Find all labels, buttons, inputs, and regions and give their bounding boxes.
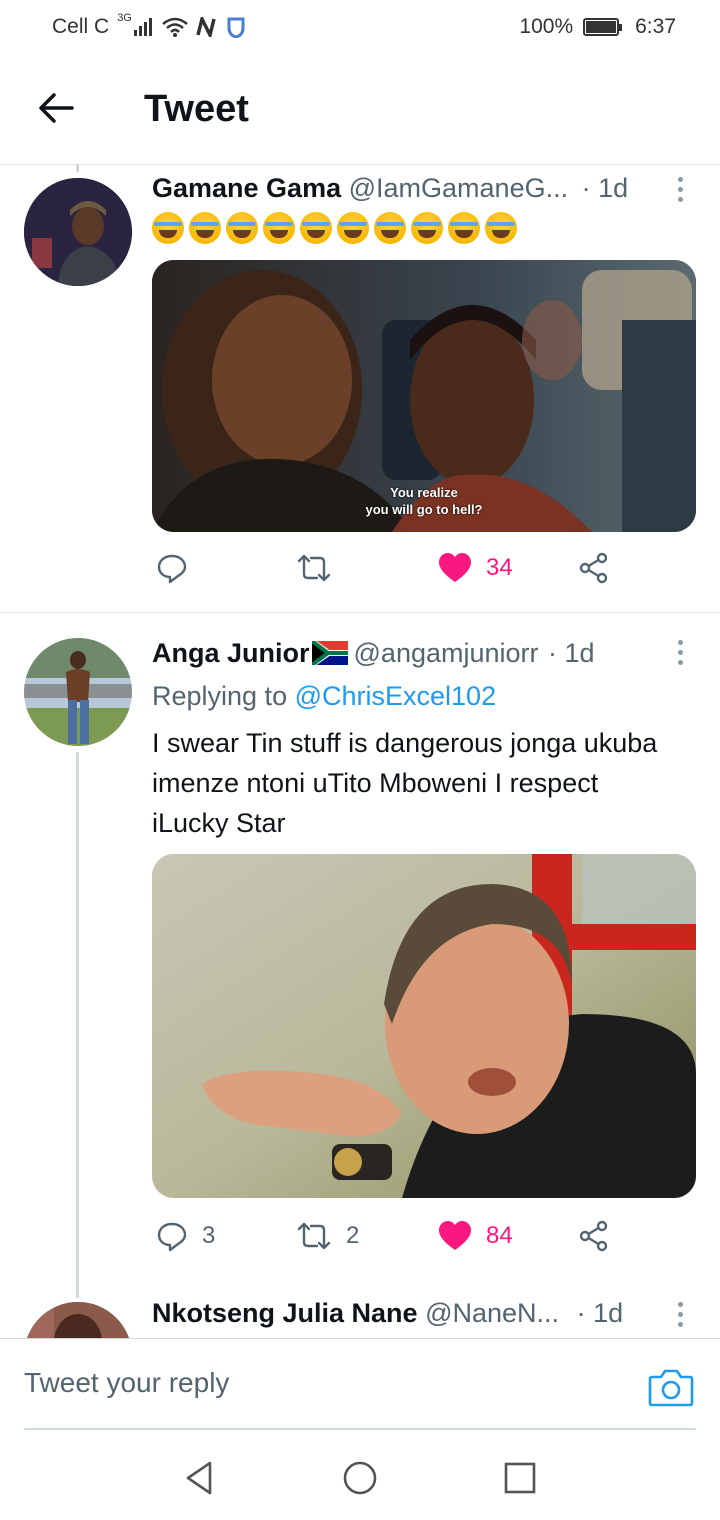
wifi-icon	[162, 17, 188, 37]
back-arrow-icon[interactable]	[34, 86, 78, 130]
tweet-actions: 34	[152, 552, 622, 592]
tweet-time[interactable]: · 1d	[577, 1298, 624, 1328]
author-handle[interactable]: @angamjuniorr	[354, 638, 539, 668]
retweet-button[interactable]: 2	[296, 1220, 359, 1252]
tweet-text: I swear Tin stuff is dangerous jonga uku…	[152, 728, 658, 838]
retweet-icon	[297, 1222, 331, 1250]
tweet-time[interactable]: · 1d	[548, 638, 595, 668]
page-title: Tweet	[144, 88, 249, 130]
replying-to: Replying to @ChrisExcel102	[152, 681, 496, 712]
nav-back-icon[interactable]	[182, 1460, 218, 1496]
tweet-time[interactable]: · 1d	[582, 173, 629, 203]
author-handle[interactable]: @NaneN...	[425, 1298, 559, 1328]
avatar[interactable]	[24, 1302, 132, 1338]
rofl-emoji	[411, 212, 443, 244]
reply-composer[interactable]: Tweet your reply	[0, 1338, 720, 1431]
author-name[interactable]: Anga Junior	[152, 638, 310, 668]
tweet-media-image[interactable]: You realize you will go to hell?	[152, 260, 696, 532]
rofl-emoji	[485, 212, 517, 244]
more-options-icon[interactable]	[674, 1302, 686, 1330]
caption-line-1: You realize	[390, 485, 458, 500]
like-count: 84	[486, 1222, 513, 1249]
coach-photo	[152, 854, 696, 1198]
media-caption: You realize you will go to hell?	[152, 484, 696, 518]
avatar[interactable]	[24, 638, 132, 746]
replying-to-prefix: Replying to	[152, 681, 288, 711]
south-africa-flag-icon	[310, 638, 349, 668]
camera-icon[interactable]	[648, 1367, 694, 1407]
battery-icon	[583, 18, 623, 36]
share-button[interactable]	[578, 552, 610, 584]
avatar-image	[24, 638, 132, 746]
system-nav-bar	[0, 1432, 720, 1520]
reply-icon	[157, 554, 187, 584]
tweet-actions: 3 2 84	[152, 1220, 622, 1260]
avatar-clip	[24, 1302, 132, 1338]
retweet-count: 2	[346, 1222, 360, 1249]
network-type: 3G	[117, 12, 132, 24]
signal-icon	[133, 18, 152, 36]
share-icon	[579, 1220, 608, 1252]
tweet-header: Anga Junior @angamjuniorr · 1d	[152, 638, 595, 669]
more-options-icon[interactable]	[674, 640, 686, 670]
reply-button[interactable]	[156, 552, 202, 584]
rofl-emoji	[226, 212, 258, 244]
rofl-emoji	[300, 212, 332, 244]
nav-recents-icon[interactable]	[502, 1460, 538, 1496]
like-count: 34	[486, 554, 513, 581]
tweet-text: 🤣🤣🤣🤣🤣🤣🤣🤣🤣🤣	[152, 212, 572, 246]
rofl-emoji	[152, 212, 184, 244]
replying-to-link[interactable]: @ChrisExcel102	[295, 681, 497, 711]
heart-filled-icon	[439, 1221, 471, 1250]
avatar-image	[24, 178, 132, 286]
carrier-label: Cell C	[52, 15, 110, 38]
flag-emoji-south-africa	[310, 638, 349, 668]
thread-line	[76, 752, 79, 1298]
rofl-emoji	[263, 212, 295, 244]
tweet-header: Nkotseng Julia Nane @NaneN... · 1d	[152, 1298, 623, 1329]
tweet-header: Gamane Gama @IamGamaneG... · 1d	[152, 173, 628, 204]
reply-input[interactable]: Tweet your reply	[24, 1367, 229, 1399]
battery-percent: 100%	[519, 15, 574, 38]
rofl-emoji	[189, 212, 221, 244]
avatar-image	[24, 1302, 132, 1338]
reply-underline	[24, 1428, 696, 1430]
nav-home-icon[interactable]	[342, 1460, 378, 1496]
retweet-icon	[297, 554, 331, 582]
reply-icon	[157, 1222, 187, 1252]
caption-line-2: you will go to hell?	[365, 502, 483, 517]
tweet-media-image[interactable]	[152, 854, 696, 1198]
rofl-emoji	[448, 212, 480, 244]
like-button[interactable]: 84	[438, 1220, 513, 1252]
more-options-icon[interactable]	[674, 177, 686, 207]
share-button[interactable]	[578, 1220, 610, 1252]
top-app-bar: Tweet	[0, 56, 720, 165]
rofl-emoji	[374, 212, 406, 244]
author-name[interactable]: Gamane Gama	[152, 173, 341, 203]
like-button[interactable]: 34	[438, 552, 513, 584]
nfc-icon	[196, 17, 216, 37]
clock: 6:37	[635, 15, 676, 38]
retweet-button[interactable]	[296, 552, 346, 584]
author-handle[interactable]: @IamGamaneG...	[349, 173, 568, 203]
reply-count: 3	[202, 1222, 216, 1249]
share-icon	[579, 552, 608, 584]
status-bar: Cell C 3G 100% 6:37	[0, 0, 720, 56]
rofl-emoji	[337, 212, 369, 244]
heart-filled-icon	[439, 553, 471, 582]
thread-line-top	[76, 164, 79, 172]
avatar[interactable]	[24, 178, 132, 286]
author-name[interactable]: Nkotseng Julia Nane	[152, 1298, 418, 1328]
reply-button[interactable]: 3	[156, 1220, 215, 1252]
tweet-divider	[0, 612, 720, 613]
vpn-shield-icon	[227, 17, 245, 38]
